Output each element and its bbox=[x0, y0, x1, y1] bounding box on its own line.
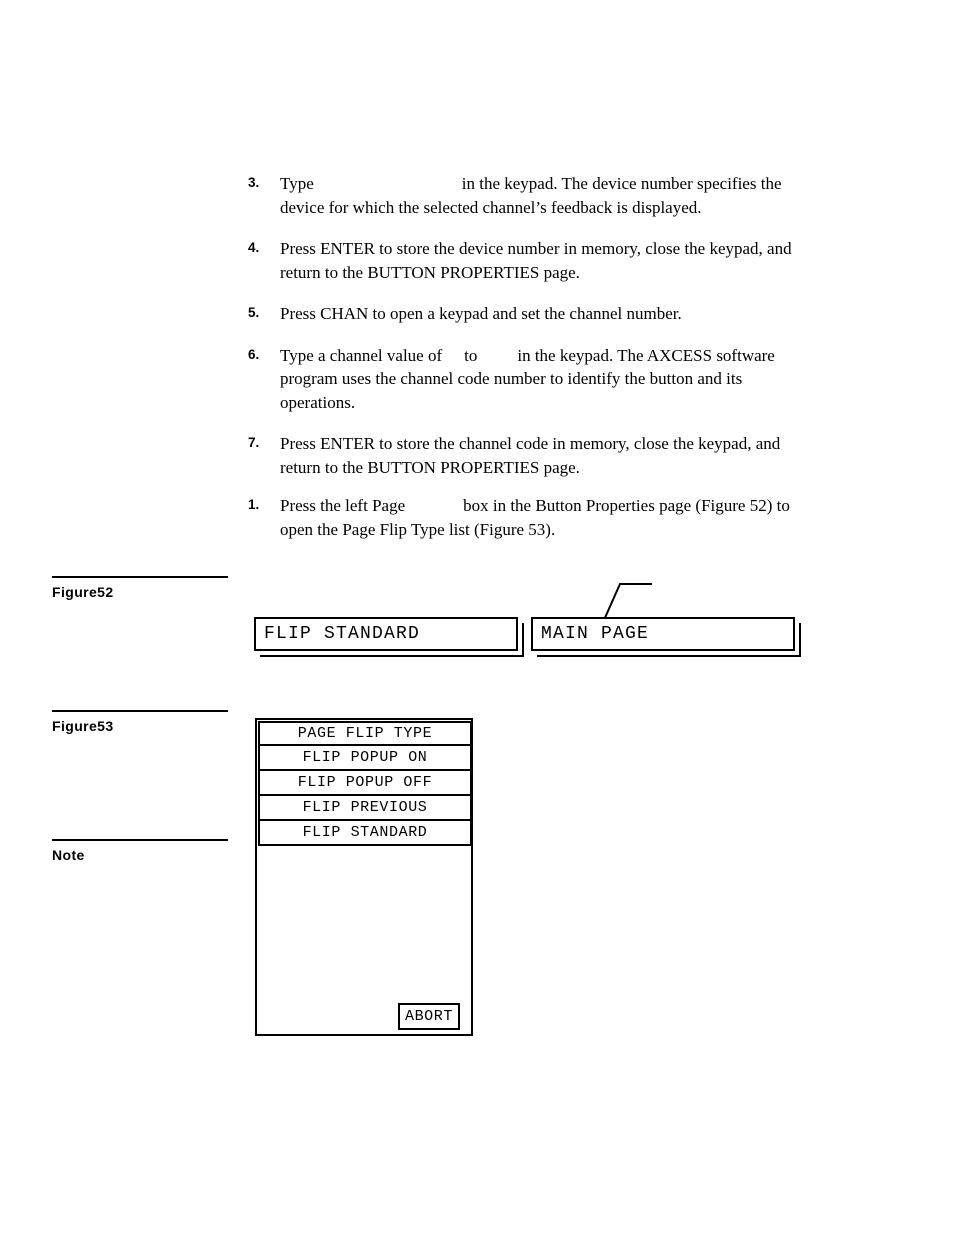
list-item-label: FLIP POPUP OFF bbox=[297, 774, 433, 791]
list-item: 4. Press ENTER to store the device numbe… bbox=[248, 237, 818, 284]
list-item-text: Press ENTER to store the device number i… bbox=[280, 239, 792, 282]
list-item: 5. Press CHAN to open a keypad and set t… bbox=[248, 302, 818, 326]
list-header-label: PAGE FLIP TYPE bbox=[297, 725, 433, 742]
list-item-text: Press ENTER to store the channel code in… bbox=[280, 434, 781, 477]
list-item: 3. Type in the keypad. The device number … bbox=[248, 172, 818, 219]
list-item-flip-popup-off[interactable]: FLIP POPUP OFF bbox=[258, 771, 472, 796]
list-item-text: Press CHAN to open a keypad and set the … bbox=[280, 304, 682, 323]
step-text-before: Type bbox=[280, 174, 314, 193]
list-item-label: FLIP STANDARD bbox=[302, 824, 428, 841]
list-item-flip-popup-on[interactable]: FLIP POPUP ON bbox=[258, 746, 472, 771]
margin-label-text: Figure53 bbox=[52, 718, 114, 734]
page-flip-type-field-box[interactable]: FLIP STANDARD bbox=[254, 617, 518, 651]
list-item: 7. Press ENTER to store the channel code… bbox=[248, 432, 818, 479]
margin-rule bbox=[52, 839, 228, 841]
abort-button[interactable]: ABORT bbox=[398, 1003, 460, 1030]
list-item-number: 7. bbox=[248, 435, 260, 450]
list-item: 6. Type a channel value of to in the keypa… bbox=[248, 344, 818, 415]
page-name-field-box[interactable]: MAIN PAGE bbox=[531, 617, 795, 651]
procedure-list-page-flip-steps: 1. Press the left Page box in the Button … bbox=[248, 494, 818, 559]
page-name-field-value: MAIN PAGE bbox=[541, 624, 650, 644]
list-item-number: 3. bbox=[248, 175, 260, 190]
figure-53-page-flip-type-panel: PAGE FLIP TYPE FLIP POPUP ON FLIP POPUP … bbox=[255, 718, 473, 1036]
list-item-number: 6. bbox=[248, 346, 260, 362]
margin-label-figure53: Figure53 bbox=[52, 710, 228, 734]
step-text-before: Type a channel value of bbox=[280, 345, 443, 365]
list-item-label: FLIP POPUP ON bbox=[302, 749, 428, 766]
abort-button-label: ABORT bbox=[404, 1008, 453, 1025]
margin-rule bbox=[52, 576, 228, 578]
list-item-flip-standard[interactable]: FLIP STANDARD bbox=[258, 821, 472, 846]
step-text-middle: to bbox=[464, 345, 478, 365]
margin-label-note: Note bbox=[52, 839, 228, 863]
step-text-before: Press the left Page bbox=[280, 496, 406, 515]
page-flip-type-field-value: FLIP STANDARD bbox=[264, 624, 421, 644]
margin-label-text: Figure52 bbox=[52, 584, 114, 600]
step-text-after: in the keypad. The device number specifi… bbox=[280, 174, 782, 217]
margin-label-text: Note bbox=[52, 847, 85, 863]
list-item-number: 4. bbox=[248, 240, 260, 255]
list-item-flip-previous[interactable]: FLIP PREVIOUS bbox=[258, 796, 472, 821]
page-flip-type-list: PAGE FLIP TYPE FLIP POPUP ON FLIP POPUP … bbox=[258, 721, 472, 846]
list-item-text: Press the left Page box in the Button Pro… bbox=[280, 494, 818, 541]
margin-rule bbox=[52, 710, 228, 712]
margin-label-figure52: Figure52 bbox=[52, 576, 228, 600]
procedure-list-keypad-steps: 3. Type in the keypad. The device number … bbox=[248, 172, 818, 497]
list-item-label: FLIP PREVIOUS bbox=[302, 799, 428, 816]
list-item: 1. Press the left Page box in the Button … bbox=[248, 494, 818, 541]
list-item-number: 1. bbox=[248, 497, 260, 512]
page-flip-type-list-header: PAGE FLIP TYPE bbox=[258, 721, 472, 746]
list-item-number: 5. bbox=[248, 305, 260, 320]
list-item-text: Type in the keypad. The device number spe… bbox=[280, 172, 818, 219]
list-item-text: Type a channel value of to in the keypad. … bbox=[280, 344, 818, 415]
